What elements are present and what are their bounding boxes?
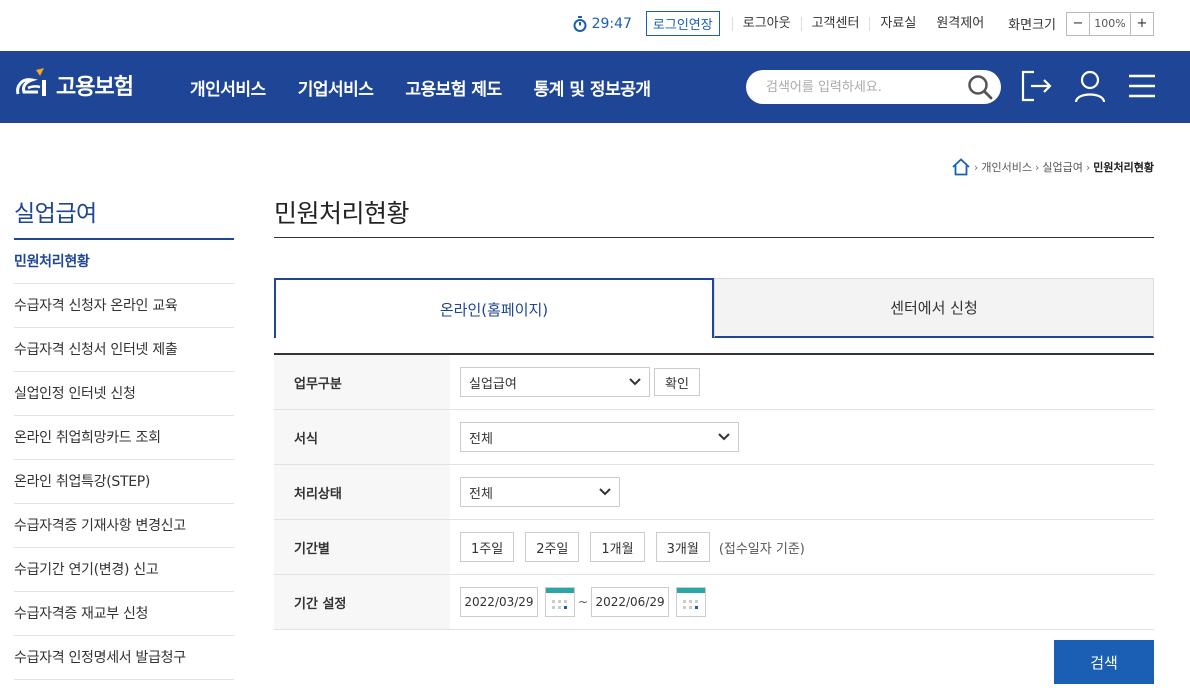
- timer-text: 29:47: [591, 15, 632, 32]
- stopwatch-icon: [573, 15, 587, 32]
- form-row-period: 기간별 1주일 2주일 1개월 3개월 (접수일자 기준): [274, 520, 1154, 575]
- period-2week-button[interactable]: 2주일: [525, 532, 580, 562]
- archive-link[interactable]: 자료실: [869, 16, 926, 31]
- tab-center[interactable]: 센터에서 신청: [714, 278, 1154, 338]
- gnb-menu: 개인서비스 기업서비스 고용보험 제도 통계 및 정보공개: [190, 51, 683, 123]
- chevron-down-icon: [629, 378, 641, 386]
- sidebar-item-reissue[interactable]: 수급자격증 재교부 신청: [14, 592, 234, 636]
- zoom-in-button[interactable]: +: [1131, 13, 1153, 35]
- remote-control-link[interactable]: 원격제어: [926, 16, 994, 31]
- tab-bar: 온라인(홈페이지) 센터에서 신청: [274, 278, 1154, 338]
- menu-statistics[interactable]: 통계 및 정보공개: [534, 75, 651, 100]
- sidebar-title: 실업급여: [14, 194, 234, 240]
- login-extend-button[interactable]: 로그인연장: [645, 11, 720, 36]
- form-row-format: 서식 전체: [274, 410, 1154, 465]
- confirm-button[interactable]: 확인: [654, 368, 700, 396]
- session-timer: 29:47: [573, 15, 632, 32]
- search-input[interactable]: [766, 70, 956, 104]
- logout-link[interactable]: 로그아웃: [731, 16, 801, 31]
- sidebar-item-application-submit[interactable]: 수급자격 신청서 인터넷 제출: [14, 328, 234, 372]
- zoom-control: 화면크기 − 100% +: [994, 11, 1154, 36]
- main-navigation-bar: 고용보험 개인서비스 기업서비스 고용보험 제도 통계 및 정보공개: [0, 51, 1190, 123]
- user-icon[interactable]: [1073, 69, 1107, 103]
- breadcrumb-separator-icon: ›: [1085, 160, 1091, 174]
- sidebar-item-step[interactable]: 온라인 취업특강(STEP): [14, 460, 234, 504]
- home-icon[interactable]: [951, 158, 971, 176]
- zoom-label: 화면크기: [1008, 18, 1056, 33]
- status-label: 처리상태: [274, 465, 450, 519]
- zoom-value: 100%: [1089, 12, 1131, 35]
- period-1month-button[interactable]: 1개월: [590, 532, 645, 562]
- work-type-label: 업무구분: [274, 355, 450, 409]
- search-icon[interactable]: [967, 74, 993, 100]
- sidebar-item-job-card[interactable]: 온라인 취업희망카드 조회: [14, 416, 234, 460]
- chevron-down-icon: [718, 433, 730, 441]
- work-type-value: 실업급여: [469, 376, 517, 392]
- main-content: 민원처리현황 온라인(홈페이지) 센터에서 신청 업무구분 실업급여 확인 서식…: [274, 194, 1154, 630]
- chevron-down-icon: [599, 488, 611, 496]
- date-separator: ~: [578, 595, 589, 609]
- period-1week-button[interactable]: 1주일: [460, 532, 515, 562]
- breadcrumb-current: 민원처리현황: [1093, 161, 1154, 174]
- status-value: 전체: [469, 486, 493, 502]
- sidebar-item-change-report[interactable]: 수급자격증 기재사항 변경신고: [14, 504, 234, 548]
- calendar-icon[interactable]: [676, 587, 707, 617]
- form-row-date-range: 기간 설정 2022/03/29 ~ 2022/06/29: [274, 575, 1154, 630]
- menu-insurance-system[interactable]: 고용보험 제도: [405, 75, 502, 100]
- work-type-select[interactable]: 실업급여: [460, 367, 650, 397]
- page-title: 민원처리현황: [274, 194, 1154, 238]
- form-row-work-type: 업무구분 실업급여 확인: [274, 355, 1154, 410]
- tab-online[interactable]: 온라인(홈페이지): [274, 278, 714, 338]
- format-label: 서식: [274, 410, 450, 464]
- search-form: 업무구분 실업급여 확인 서식 전체 처리상태 전체 기간별 1주일 2주일 1…: [274, 353, 1154, 630]
- date-to-input[interactable]: 2022/06/29: [591, 587, 670, 617]
- menu-business-service[interactable]: 기업서비스: [298, 75, 374, 100]
- sidebar: 실업급여 민원처리현황 수급자격 신청자 온라인 교육 수급자격 신청서 인터넷…: [14, 194, 234, 680]
- form-row-status: 처리상태 전체: [274, 465, 1154, 520]
- date-range-label: 기간 설정: [274, 575, 450, 629]
- site-logo[interactable]: 고용보험: [14, 66, 134, 104]
- breadcrumb-separator-icon: ›: [973, 160, 979, 174]
- customer-center-link[interactable]: 고객센터: [800, 16, 870, 31]
- period-label: 기간별: [274, 520, 450, 574]
- search-box: [746, 70, 1001, 104]
- breadcrumb-item[interactable]: 실업급여: [1042, 159, 1082, 175]
- calendar-icon[interactable]: [545, 587, 575, 617]
- zoom-out-button[interactable]: −: [1067, 13, 1089, 35]
- breadcrumb-item[interactable]: 개인서비스: [981, 159, 1032, 175]
- hamburger-menu-icon[interactable]: [1128, 73, 1156, 99]
- sidebar-item-certificate[interactable]: 수급자격 인정명세서 발급청구: [14, 636, 234, 680]
- utility-bar: 29:47 로그인연장 로그아웃 고객센터 자료실 원격제어 화면크기 − 10…: [0, 0, 1190, 51]
- logout-icon[interactable]: [1020, 69, 1054, 103]
- breadcrumb-separator-icon: ›: [1034, 160, 1040, 174]
- period-note: (접수일자 기준): [718, 541, 805, 557]
- format-select[interactable]: 전체: [460, 422, 739, 452]
- period-3month-button[interactable]: 3개월: [655, 532, 710, 562]
- format-value: 전체: [469, 431, 493, 447]
- menu-personal-service[interactable]: 개인서비스: [190, 75, 266, 100]
- sidebar-item-unemployment-recognition[interactable]: 실업인정 인터넷 신청: [14, 372, 234, 416]
- search-button[interactable]: 검색: [1054, 640, 1154, 684]
- status-select[interactable]: 전체: [460, 477, 620, 507]
- logo-text: 고용보험: [56, 75, 134, 100]
- sidebar-item-complaint-status[interactable]: 민원처리현황: [14, 240, 234, 284]
- date-from-input[interactable]: 2022/03/29: [460, 587, 538, 617]
- sidebar-item-period-extension[interactable]: 수급기간 연기(변경) 신고: [14, 548, 234, 592]
- sidebar-item-online-education[interactable]: 수급자격 신청자 온라인 교육: [14, 284, 234, 328]
- ei-logo-icon: [16, 68, 46, 96]
- breadcrumb: › 개인서비스 › 실업급여 › 민원처리현황: [951, 158, 1154, 176]
